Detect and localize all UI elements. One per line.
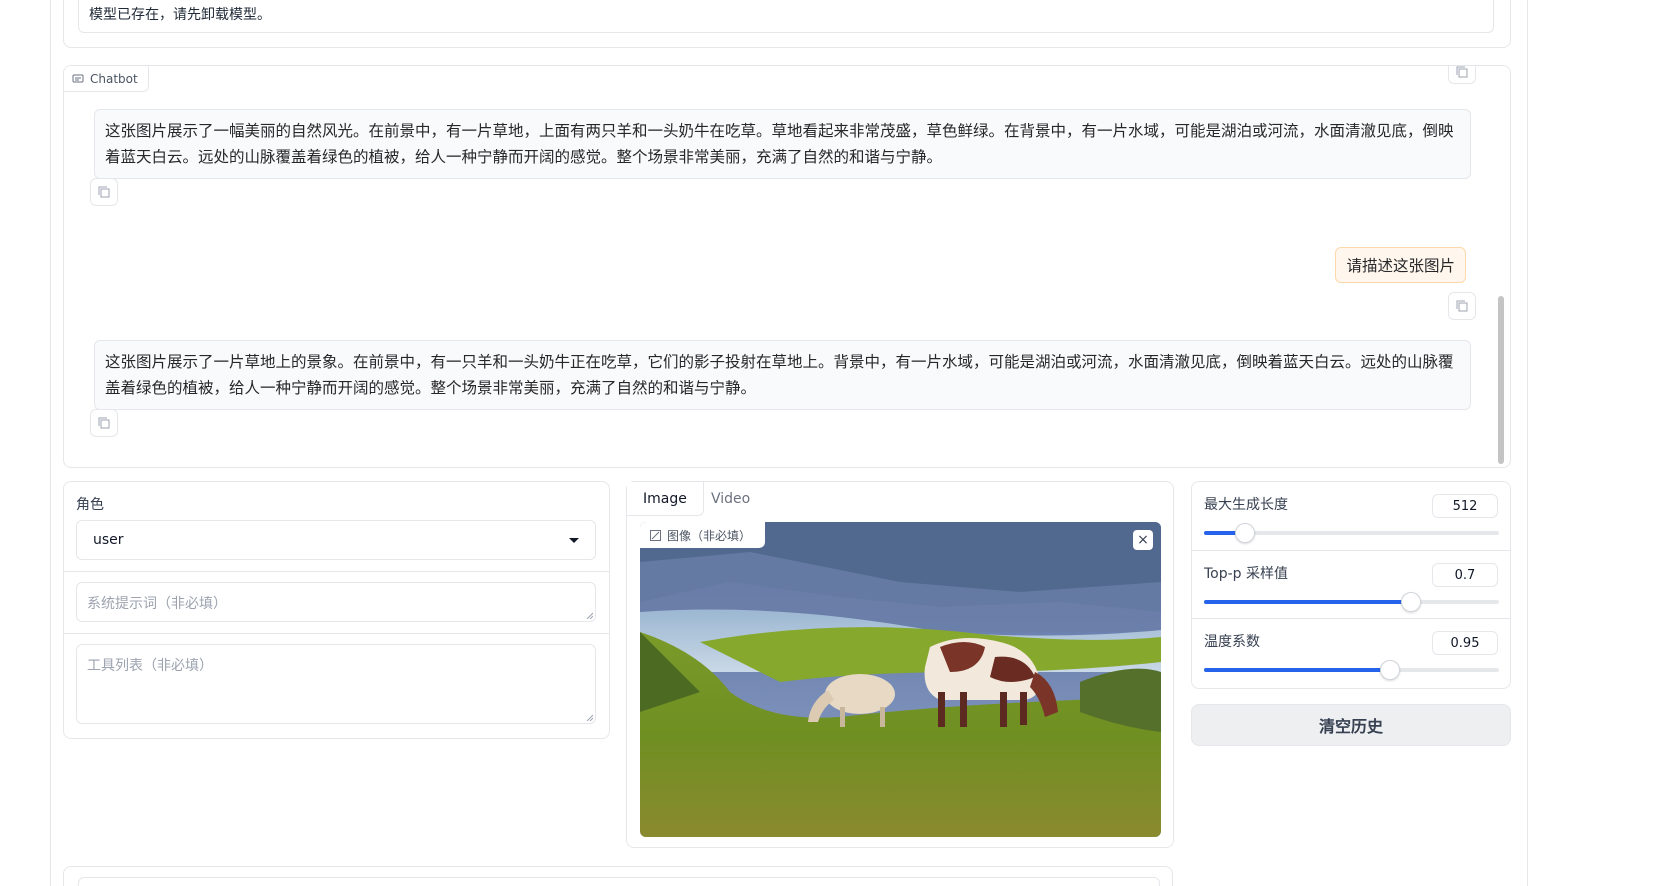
chat-icon <box>72 74 84 82</box>
chat-scrollbar-thumb[interactable] <box>1498 296 1504 464</box>
slider-fill <box>1204 600 1411 604</box>
role-dropdown[interactable]: user <box>76 520 596 560</box>
tab-video[interactable]: Video <box>695 482 766 516</box>
generation-params-panel: 最大生成长度 512 Top-p 采样值 0.7 温度系数 0.95 <box>1191 481 1511 689</box>
top-p-label: Top-p 采样值 <box>1204 566 1289 582</box>
copy-icon <box>1456 66 1468 78</box>
role-dropdown-value: user <box>93 532 124 548</box>
image-upload-label-text: 图像（非必填） <box>667 528 752 543</box>
max-length-label: 最大生成长度 <box>1204 497 1288 513</box>
copy-message-button[interactable] <box>90 409 118 437</box>
copy-icon <box>1456 300 1468 312</box>
copy-icon <box>98 417 110 429</box>
status-textbox[interactable]: 模型已存在，请先卸载模型。 <box>78 0 1494 33</box>
copy-message-button[interactable] <box>90 178 118 206</box>
copy-icon <box>98 186 110 198</box>
top-p-value-input[interactable]: 0.7 <box>1432 563 1498 587</box>
image-icon <box>650 529 661 541</box>
divider <box>64 633 609 634</box>
slider-thumb[interactable] <box>1379 660 1400 680</box>
top-p-slider[interactable] <box>1204 592 1499 612</box>
temperature-label: 温度系数 <box>1204 634 1260 650</box>
chatbot-label: Chatbot <box>64 66 149 92</box>
close-icon[interactable]: × <box>1133 530 1153 550</box>
media-panel: Image Video 图像（非必填） × <box>626 481 1174 848</box>
user-message: 请描述这张图片 <box>1335 247 1466 283</box>
bottom-input[interactable] <box>78 877 1160 886</box>
temperature-slider-row: 温度系数 0.95 <box>1192 618 1510 686</box>
temperature-value-input[interactable]: 0.95 <box>1432 631 1498 655</box>
bottom-panel <box>63 866 1173 886</box>
slider-thumb[interactable] <box>1235 523 1256 543</box>
uploaded-image[interactable]: 图像（非必填） × <box>640 522 1161 837</box>
chat-scrollbar[interactable] <box>1496 66 1506 467</box>
copy-all-button[interactable] <box>1448 66 1476 84</box>
chatbot-panel: Chatbot 这张图片展示了一幅美丽的自然风光。在前景中，有一片草地，上面有两… <box>63 65 1511 468</box>
bot-message: 这张图片展示了一幅美丽的自然风光。在前景中，有一片草地，上面有两只羊和一头奶牛在… <box>94 109 1471 179</box>
clear-history-button[interactable]: 清空历史 <box>1191 704 1511 746</box>
max-length-slider-row: 最大生成长度 512 <box>1192 482 1510 550</box>
max-length-value-input[interactable]: 512 <box>1432 494 1498 518</box>
divider <box>64 571 609 572</box>
bot-message: 这张图片展示了一片草地上的景象。在前景中，有一只羊和一头奶牛正在吃草，它们的影子… <box>94 340 1471 410</box>
chevron-down-icon <box>569 537 579 543</box>
system-prompt-input[interactable]: 系统提示词（非必填） <box>76 582 596 622</box>
resize-handle-icon[interactable] <box>585 611 593 619</box>
tools-list-input[interactable]: 工具列表（非必填） <box>76 644 596 724</box>
copy-message-button[interactable] <box>1448 292 1476 320</box>
max-length-slider[interactable] <box>1204 523 1499 543</box>
slider-fill <box>1204 668 1390 672</box>
tab-image[interactable]: Image <box>627 482 704 516</box>
top-p-slider-row: Top-p 采样值 0.7 <box>1192 550 1510 618</box>
status-panel: 模型已存在，请先卸载模型。 <box>63 0 1511 48</box>
input-controls-panel: 角色 user 系统提示词（非必填） 工具列表（非必填） <box>63 481 610 739</box>
landscape-photo <box>640 522 1161 837</box>
role-label: 角色 <box>76 497 104 513</box>
slider-thumb[interactable] <box>1400 592 1421 612</box>
temperature-slider[interactable] <box>1204 660 1499 680</box>
resize-handle-icon[interactable] <box>585 713 593 721</box>
chatbot-label-text: Chatbot <box>90 71 138 86</box>
image-upload-label: 图像（非必填） <box>640 522 766 548</box>
